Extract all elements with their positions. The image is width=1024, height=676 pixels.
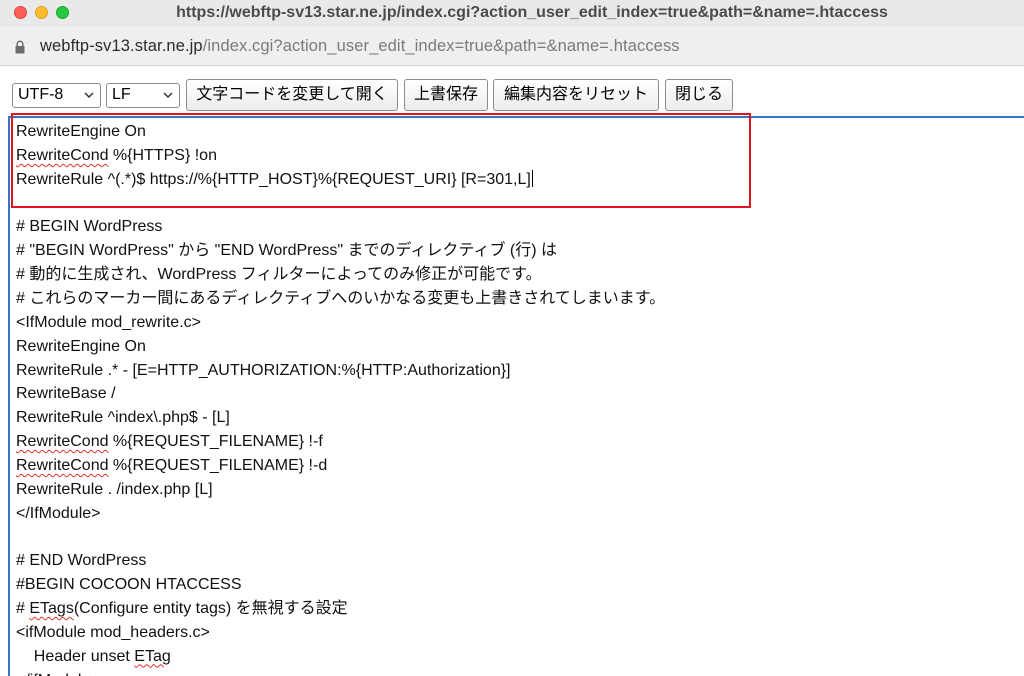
editor-text: (Configure entity tags) を無視する設定 <box>73 600 348 617</box>
editor-line: RewriteEngine On <box>16 335 146 359</box>
chevron-down-icon <box>84 92 94 99</box>
url-host: webftp-sv13.star.ne.jp <box>40 37 203 55</box>
editor-text: RewriteRule ^(.*)$ https://%{HTTP_HOST}%… <box>16 170 531 188</box>
spellcheck-flagged-word: RewriteCond <box>16 146 109 164</box>
text-cursor <box>531 169 533 187</box>
editor-toolbar: UTF-8 LF 文字コードを変更して開く 上書保存 編集内容をリセット 閉じる <box>0 66 1024 116</box>
spellcheck-flagged-word: RewriteCond <box>16 456 109 474</box>
save-button[interactable]: 上書保存 <box>404 79 488 111</box>
editor-text: %{REQUEST_FILENAME} !-d <box>108 456 328 474</box>
editor-line: <IfModule mod_rewrite.c> <box>16 311 201 335</box>
editor-text: %{REQUEST_FILENAME} !-f <box>108 433 323 451</box>
editor-text: RewriteEngine On <box>16 123 146 140</box>
editor-line: #BEGIN COCOON HTACCESS <box>16 573 242 597</box>
url-text[interactable]: webftp-sv13.star.ne.jp/index.cgi?action_… <box>40 37 680 56</box>
editor-line: # これらのマーカー間にあるディレクティブへのいかなる変更も上書きされてしまいま… <box>16 287 665 311</box>
editor-text: # BEGIN WordPress <box>16 218 163 236</box>
encoding-select[interactable]: UTF-8 <box>12 83 101 108</box>
editor-text: </ifModule> <box>16 672 100 676</box>
window-titlebar: https://webftp-sv13.star.ne.jp/index.cgi… <box>0 0 1024 27</box>
editor-text: # これらのマーカー間にあるディレクティブへのいかなる変更も上書きされてしまいま… <box>16 289 666 307</box>
editor-line: </IfModule> <box>16 502 101 526</box>
editor-text: RewriteRule .* - [E=HTTP_AUTHORIZATION:%… <box>16 361 511 379</box>
editor-text: <IfModule mod_rewrite.c> <box>16 313 201 331</box>
address-bar[interactable]: webftp-sv13.star.ne.jp/index.cgi?action_… <box>0 27 1024 66</box>
editor-text: RewriteBase / <box>16 385 116 403</box>
editor-text: </IfModule> <box>16 504 101 522</box>
chevron-down-icon <box>163 92 173 99</box>
editor-line: RewriteCond %{REQUEST_FILENAME} !-f <box>16 430 323 454</box>
editor-line: RewriteRule . /index.php [L] <box>16 478 213 502</box>
editor-line: # END WordPress <box>16 549 146 573</box>
editor-line: RewriteCond %{REQUEST_FILENAME} !-d <box>16 454 327 478</box>
editor-line: # BEGIN WordPress <box>16 215 162 239</box>
encoding-select-value: UTF-8 <box>18 86 64 103</box>
editor-text: <ifModule mod_headers.c> <box>16 623 210 641</box>
editor-text: Header unset <box>16 647 135 665</box>
editor-line: # "BEGIN WordPress" から "END WordPress" ま… <box>16 239 557 263</box>
editor-text: %{HTTPS} !on <box>108 146 217 164</box>
editor-text: RewriteEngine On <box>16 337 146 355</box>
spellcheck-flagged-word: RewriteCond <box>16 433 109 451</box>
htaccess-editor-textarea[interactable]: RewriteEngine On RewriteCond %{HTTPS} !on… <box>8 116 1024 676</box>
spellcheck-flagged-word: ETag <box>134 647 171 665</box>
window-title: https://webftp-sv13.star.ne.jp/index.cgi… <box>176 4 888 21</box>
url-path: /index.cgi?action_user_edit_index=true&p… <box>202 37 680 55</box>
close-button[interactable]: 閉じる <box>665 79 733 111</box>
editor-line: RewriteRule ^(.*)$ https://%{HTTP_HOST}%… <box>16 168 533 192</box>
newline-select[interactable]: LF <box>106 83 180 108</box>
editor-line: Header unset ETag <box>16 645 171 669</box>
spellcheck-flagged-word: ETags <box>29 600 74 617</box>
editor-line: RewriteEngine On <box>16 120 146 144</box>
reset-edits-button[interactable]: 編集内容をリセット <box>493 79 659 111</box>
editor-text: # END WordPress <box>16 552 147 570</box>
editor-text: #BEGIN COCOON HTACCESS <box>16 576 242 594</box>
editor-line: RewriteCond %{HTTPS} !on <box>16 144 217 168</box>
editor-text: # "BEGIN WordPress" から "END WordPress" ま… <box>16 242 557 260</box>
editor-line: </ifModule> <box>16 669 100 676</box>
lock-icon <box>15 40 25 54</box>
editor-text: RewriteRule . /index.php [L] <box>16 480 213 498</box>
editor-line: <ifModule mod_headers.c> <box>16 621 210 645</box>
editor-text: RewriteRule ^index\.php$ - [L] <box>16 409 230 427</box>
editor-text: # <box>16 600 30 617</box>
reopen-with-encoding-button[interactable]: 文字コードを変更して開く <box>186 79 398 111</box>
newline-select-value: LF <box>112 86 131 103</box>
editor-line: RewriteRule .* - [E=HTTP_AUTHORIZATION:%… <box>16 359 511 383</box>
editor-text: # 動的に生成され、WordPress フィルターによってのみ修正が可能です。 <box>16 266 542 284</box>
editor-line: RewriteBase / <box>16 382 116 406</box>
editor-line: # 動的に生成され、WordPress フィルターによってのみ修正が可能です。 <box>16 263 542 287</box>
editor-line: # ETags(Configure entity tags) を無視する設定 <box>16 597 348 621</box>
editor-line: RewriteRule ^index\.php$ - [L] <box>16 406 230 430</box>
